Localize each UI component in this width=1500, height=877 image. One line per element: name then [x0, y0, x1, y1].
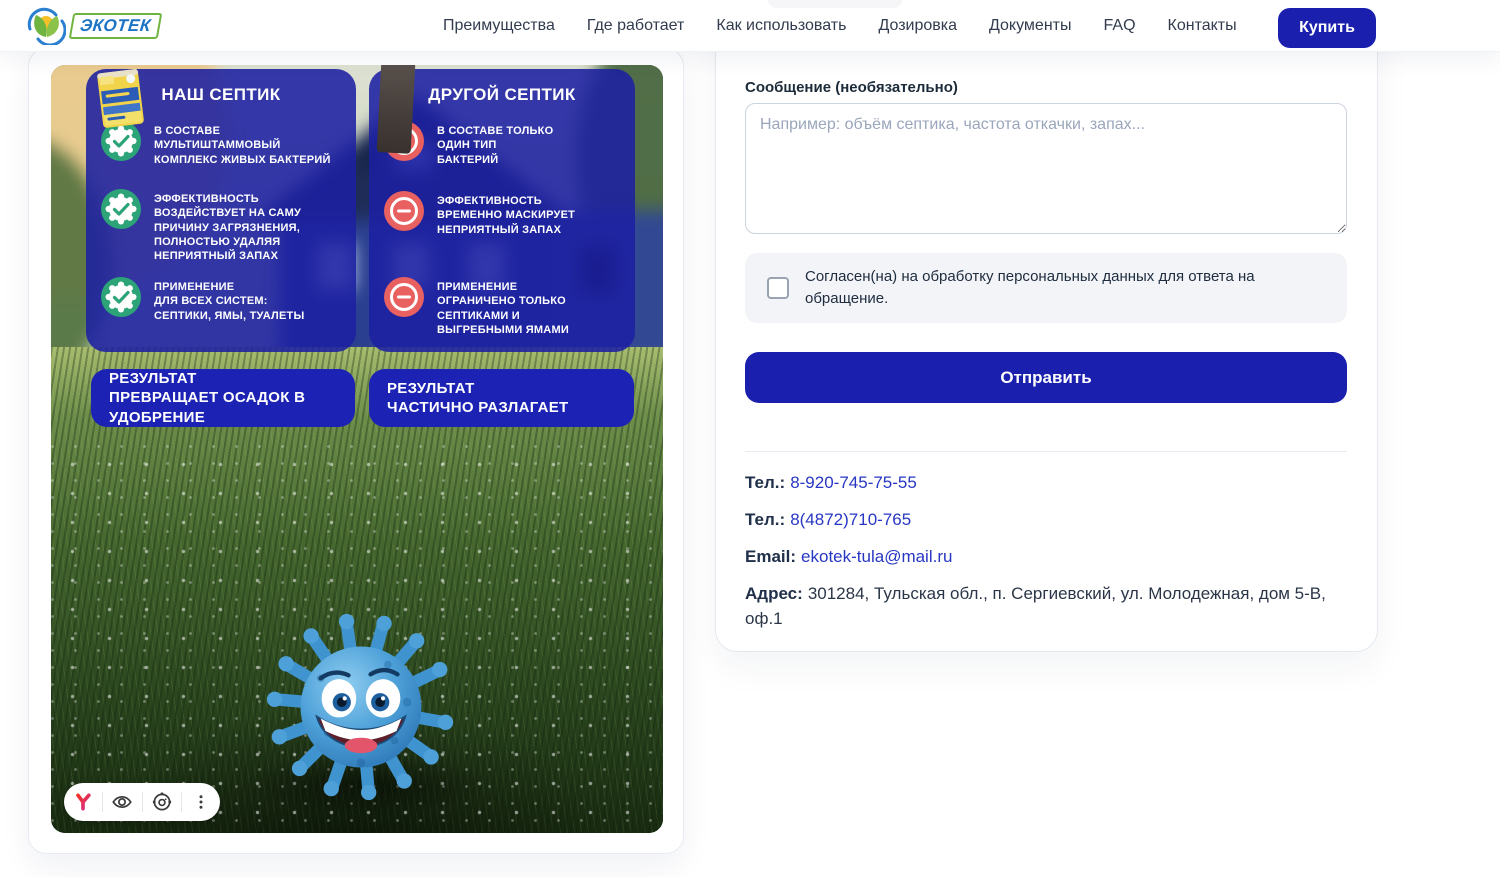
divider — [745, 451, 1347, 452]
other-result-banner: РЕЗУЛЬТАТ ЧАСТИЧНО РАЗЛАГАЕТ — [369, 369, 634, 427]
email-label: Email: — [745, 547, 796, 566]
our-septic-item-3: ПРИМЕНЕНИЕ ДЛЯ ВСЕХ СИСТЕМ: СЕПТИКИ, ЯМЫ… — [101, 277, 348, 323]
ekotek-logo[interactable]: ЭКОТЕК — [26, 7, 160, 45]
consent-panel: Согласен(на) на обработку персональных д… — [745, 253, 1347, 323]
nav-item-advantages[interactable]: Преимущества — [443, 17, 555, 35]
phone-label: Тел.: — [745, 473, 785, 492]
scrolled-field-remnant — [768, 0, 902, 8]
page: ЭКОТЕК Преимущества Где работает Как исп… — [0, 0, 1500, 877]
logo-text: ЭКОТЕК — [79, 16, 152, 36]
nav-item-how-to-use[interactable]: Как использовать — [716, 17, 846, 35]
eye-icon[interactable] — [109, 789, 135, 815]
contact-details: Тел.: 8-920-745-75-55 Тел.: 8(4872)710-765… — [745, 471, 1347, 644]
nav-item-contacts[interactable]: Контакты — [1168, 17, 1237, 35]
phone-link[interactable]: 8(4872)710-765 — [790, 510, 911, 529]
image-hover-toolbar — [64, 783, 220, 821]
top-navigation-bar: ЭКОТЕК Преимущества Где работает Как исп… — [0, 0, 1500, 52]
other-product-pack-image — [377, 65, 416, 154]
contact-form-card: Сообщение (необязательно) Согласен(на) н… — [715, 0, 1378, 652]
ekotek-leaf-sun-logo-icon — [26, 7, 66, 45]
email-row: Email: ekotek-tula@mail.ru — [745, 545, 1347, 569]
other-septic-item-1: В СОСТАВЕ ТОЛЬКО ОДИН ТИП БАКТЕРИЙ — [384, 121, 627, 167]
toolbar-divider — [102, 792, 103, 812]
message-input[interactable] — [745, 103, 1347, 234]
phone-link[interactable]: 8-920-745-75-55 — [790, 473, 917, 492]
nav-item-documents[interactable]: Документы — [989, 17, 1071, 35]
check-seal-icon — [101, 189, 141, 229]
phone-label: Тел.: — [745, 510, 785, 529]
minus-circle-icon — [384, 191, 424, 231]
yandex-icon[interactable] — [70, 789, 96, 815]
minus-circle-icon — [384, 277, 424, 317]
address-text: 301284, Тульская обл., п. Сергиевский, у… — [745, 584, 1326, 627]
submit-button[interactable]: Отправить — [745, 352, 1347, 403]
consent-checkbox[interactable] — [767, 277, 789, 299]
address-label: Адрес: — [745, 584, 803, 603]
phone-row: Тел.: 8-920-745-75-55 — [745, 471, 1347, 495]
consent-text: Согласен(на) на обработку персональных д… — [805, 266, 1331, 310]
toolbar-divider — [142, 792, 143, 812]
nav-item-where-works[interactable]: Где работает — [587, 17, 685, 35]
other-septic-item-3: ПРИМЕНЕНИЕ ОГРАНИЧЕНО ТОЛЬКО СЕПТИКАМИ И… — [384, 277, 627, 337]
comparison-promo-card: НАШ СЕПТИК В СОСТАВЕ МУЛЬТИШТАММОВЫЙ КОМ… — [28, 48, 684, 854]
other-septic-item-2: ЭФФЕКТИВНОСТЬ ВРЕМЕННО МАСКИРУЕТ НЕПРИЯТ… — [384, 191, 627, 237]
comparison-promo-image[interactable]: НАШ СЕПТИК В СОСТАВЕ МУЛЬТИШТАММОВЫЙ КОМ… — [51, 65, 663, 833]
nav-item-faq[interactable]: FAQ — [1104, 17, 1136, 35]
phone-row: Тел.: 8(4872)710-765 — [745, 508, 1347, 532]
message-label: Сообщение (необязательно) — [745, 79, 958, 96]
our-result-banner: РЕЗУЛЬТАТ ПРЕВРАЩАЕТ ОСАДОК В УДОБРЕНИЕ — [91, 369, 355, 427]
microbe-mascot-illustration — [265, 611, 457, 803]
nav-item-dosage[interactable]: Дозировка — [878, 17, 957, 35]
address-row: Адрес:301284, Тульская обл., п. Сергиевс… — [745, 582, 1347, 630]
check-seal-icon — [101, 277, 141, 317]
ekotek-product-pack-image — [96, 67, 146, 130]
buy-button[interactable]: Купить — [1278, 8, 1376, 48]
email-link[interactable]: ekotek-tula@mail.ru — [801, 547, 952, 566]
our-septic-item-2: ЭФФЕКТИВНОСТЬ ВОЗДЕЙСТВУЕТ НА САМУ ПРИЧИ… — [101, 189, 348, 263]
screenshot-camera-icon[interactable] — [149, 789, 175, 815]
our-septic-item-1: В СОСТАВЕ МУЛЬТИШТАММОВЫЙ КОМПЛЕКС ЖИВЫХ… — [101, 121, 348, 167]
kebab-menu-icon[interactable] — [188, 789, 214, 815]
toolbar-divider — [181, 792, 182, 812]
